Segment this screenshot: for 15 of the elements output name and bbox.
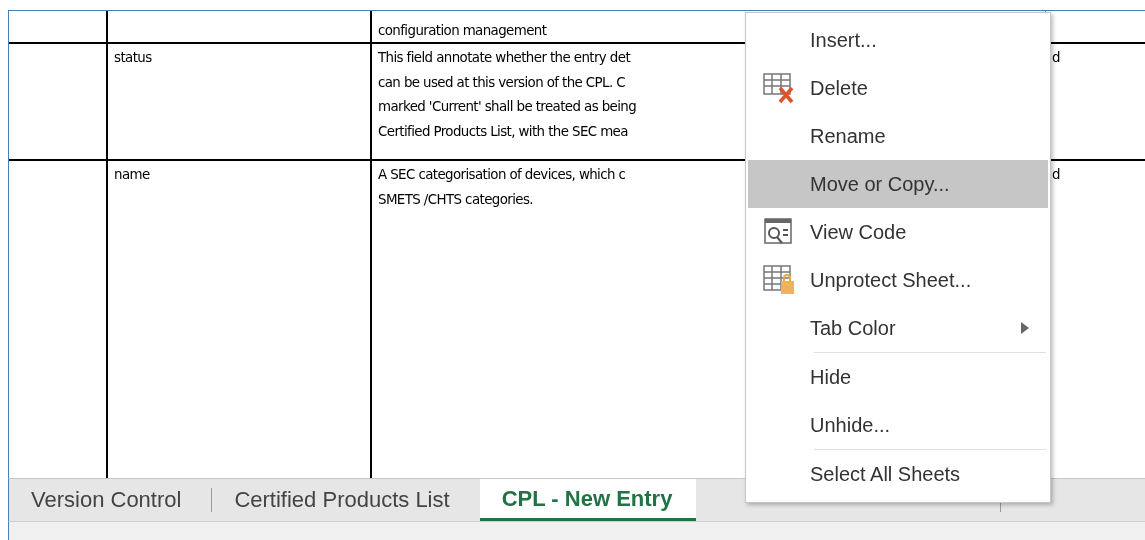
menu-item[interactable]: Tab Color [748, 304, 1048, 352]
sheet-tab[interactable]: Certified Products List [212, 479, 480, 521]
delete-sheet-icon [762, 72, 796, 104]
menu-item[interactable]: Delete [748, 64, 1048, 112]
locked-sheet-icon [762, 264, 796, 296]
table-cell: status [108, 44, 372, 161]
menu-item[interactable]: Hide [748, 353, 1048, 401]
table-cell-text: d [1051, 166, 1061, 184]
menu-item[interactable]: Move or Copy... [748, 160, 1048, 208]
menu-item[interactable]: View Code [748, 208, 1048, 256]
sheet-tab[interactable]: CPL - New Entry [479, 479, 697, 521]
menu-item[interactable]: Unprotect Sheet... [748, 256, 1048, 304]
sheet-tab[interactable]: Version Control [9, 479, 212, 521]
menu-item[interactable]: Rename [748, 112, 1048, 160]
menu-item[interactable]: Unhide... [748, 401, 1048, 449]
